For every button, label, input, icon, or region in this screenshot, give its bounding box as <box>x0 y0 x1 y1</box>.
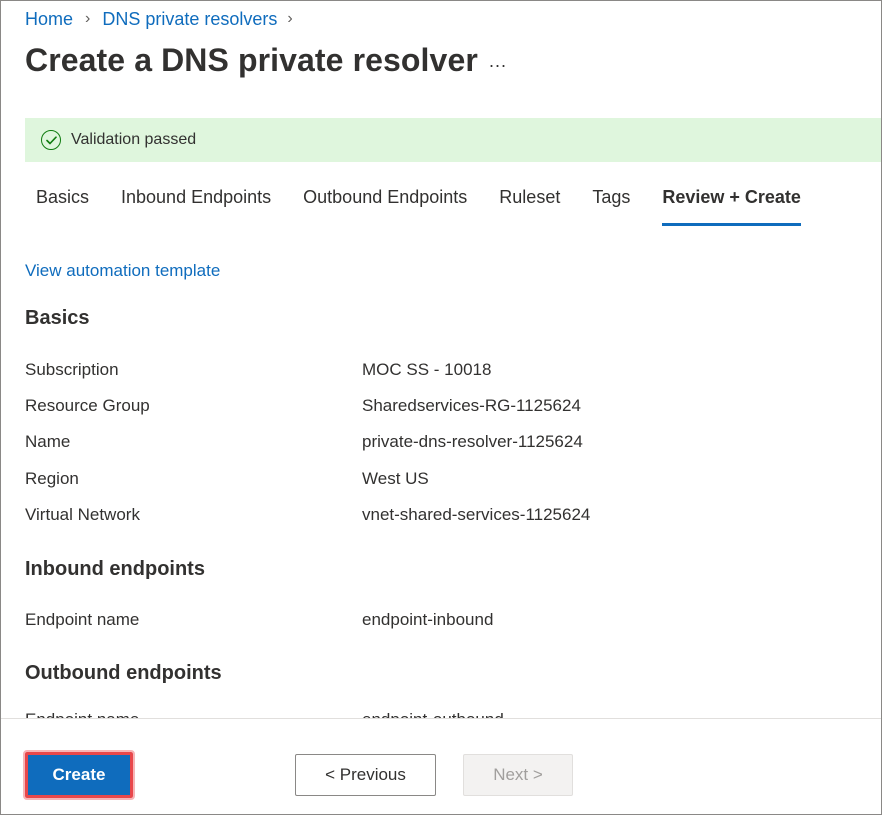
tab-basics[interactable]: Basics <box>25 181 100 227</box>
portal-blade: Home › DNS private resolvers › Create a … <box>0 0 882 815</box>
more-options-button[interactable]: ... <box>489 51 507 72</box>
summary-value: MOC SS - 10018 <box>362 360 492 379</box>
summary-row: Resource Group Sharedservices-RG-1125624 <box>25 396 855 422</box>
tab-outbound-endpoints[interactable]: Outbound Endpoints <box>292 181 478 227</box>
summary-key: Virtual Network <box>25 505 140 524</box>
checkmark-circle-icon <box>41 130 61 150</box>
summary-row: Name private-dns-resolver-1125624 <box>25 432 855 458</box>
tab-review-create[interactable]: Review + Create <box>651 181 812 227</box>
summary-value: West US <box>362 469 429 488</box>
view-automation-template-link[interactable]: View automation template <box>25 261 220 281</box>
summary-key: Subscription <box>25 360 119 379</box>
summary-row: Endpoint name endpoint-outbound <box>25 710 855 718</box>
summary-value: endpoint-inbound <box>362 610 494 629</box>
breadcrumb-home-link[interactable]: Home <box>25 9 73 30</box>
summary-key: Name <box>25 432 71 451</box>
summary-key: Endpoint name <box>25 610 140 629</box>
wizard-tabs: Basics Inbound Endpoints Outbound Endpoi… <box>25 181 822 229</box>
chevron-right-icon: › <box>287 10 293 27</box>
previous-button[interactable]: < Previous <box>295 754 436 796</box>
summary-row: Virtual Network vnet-shared-services-112… <box>25 505 855 531</box>
summary-value: Sharedservices-RG-1125624 <box>362 396 581 415</box>
section-heading-outbound-endpoints: Outbound endpoints <box>25 662 222 684</box>
breadcrumb: Home › DNS private resolvers › <box>25 7 305 31</box>
summary-row: Subscription MOC SS - 10018 <box>25 360 855 386</box>
next-button: Next > <box>463 754 573 796</box>
tab-inbound-endpoints[interactable]: Inbound Endpoints <box>110 181 282 227</box>
section-heading-basics: Basics <box>25 307 90 329</box>
summary-row: Endpoint name endpoint-inbound <box>25 610 855 636</box>
breadcrumb-dns-private-resolvers-link[interactable]: DNS private resolvers <box>102 9 277 30</box>
summary-key: Endpoint name <box>25 710 362 718</box>
wizard-footer: Create < Previous Next > <box>1 718 881 814</box>
validation-banner: Validation passed <box>25 118 881 162</box>
tab-tags[interactable]: Tags <box>581 181 641 227</box>
summary-value: vnet-shared-services-1125624 <box>362 505 591 524</box>
summary-key: Resource Group <box>25 396 150 415</box>
summary-value: endpoint-outbound <box>362 710 504 718</box>
chevron-right-icon: › <box>85 10 91 27</box>
validation-message: Validation passed <box>71 131 197 148</box>
tab-ruleset[interactable]: Ruleset <box>488 181 571 227</box>
summary-row: Region West US <box>25 469 855 495</box>
create-button[interactable]: Create <box>23 750 135 800</box>
summary-key: Region <box>25 469 79 488</box>
page-title: Create a DNS private resolver <box>25 42 478 78</box>
summary-value: private-dns-resolver-1125624 <box>362 432 583 451</box>
section-heading-inbound-endpoints: Inbound endpoints <box>25 558 205 580</box>
